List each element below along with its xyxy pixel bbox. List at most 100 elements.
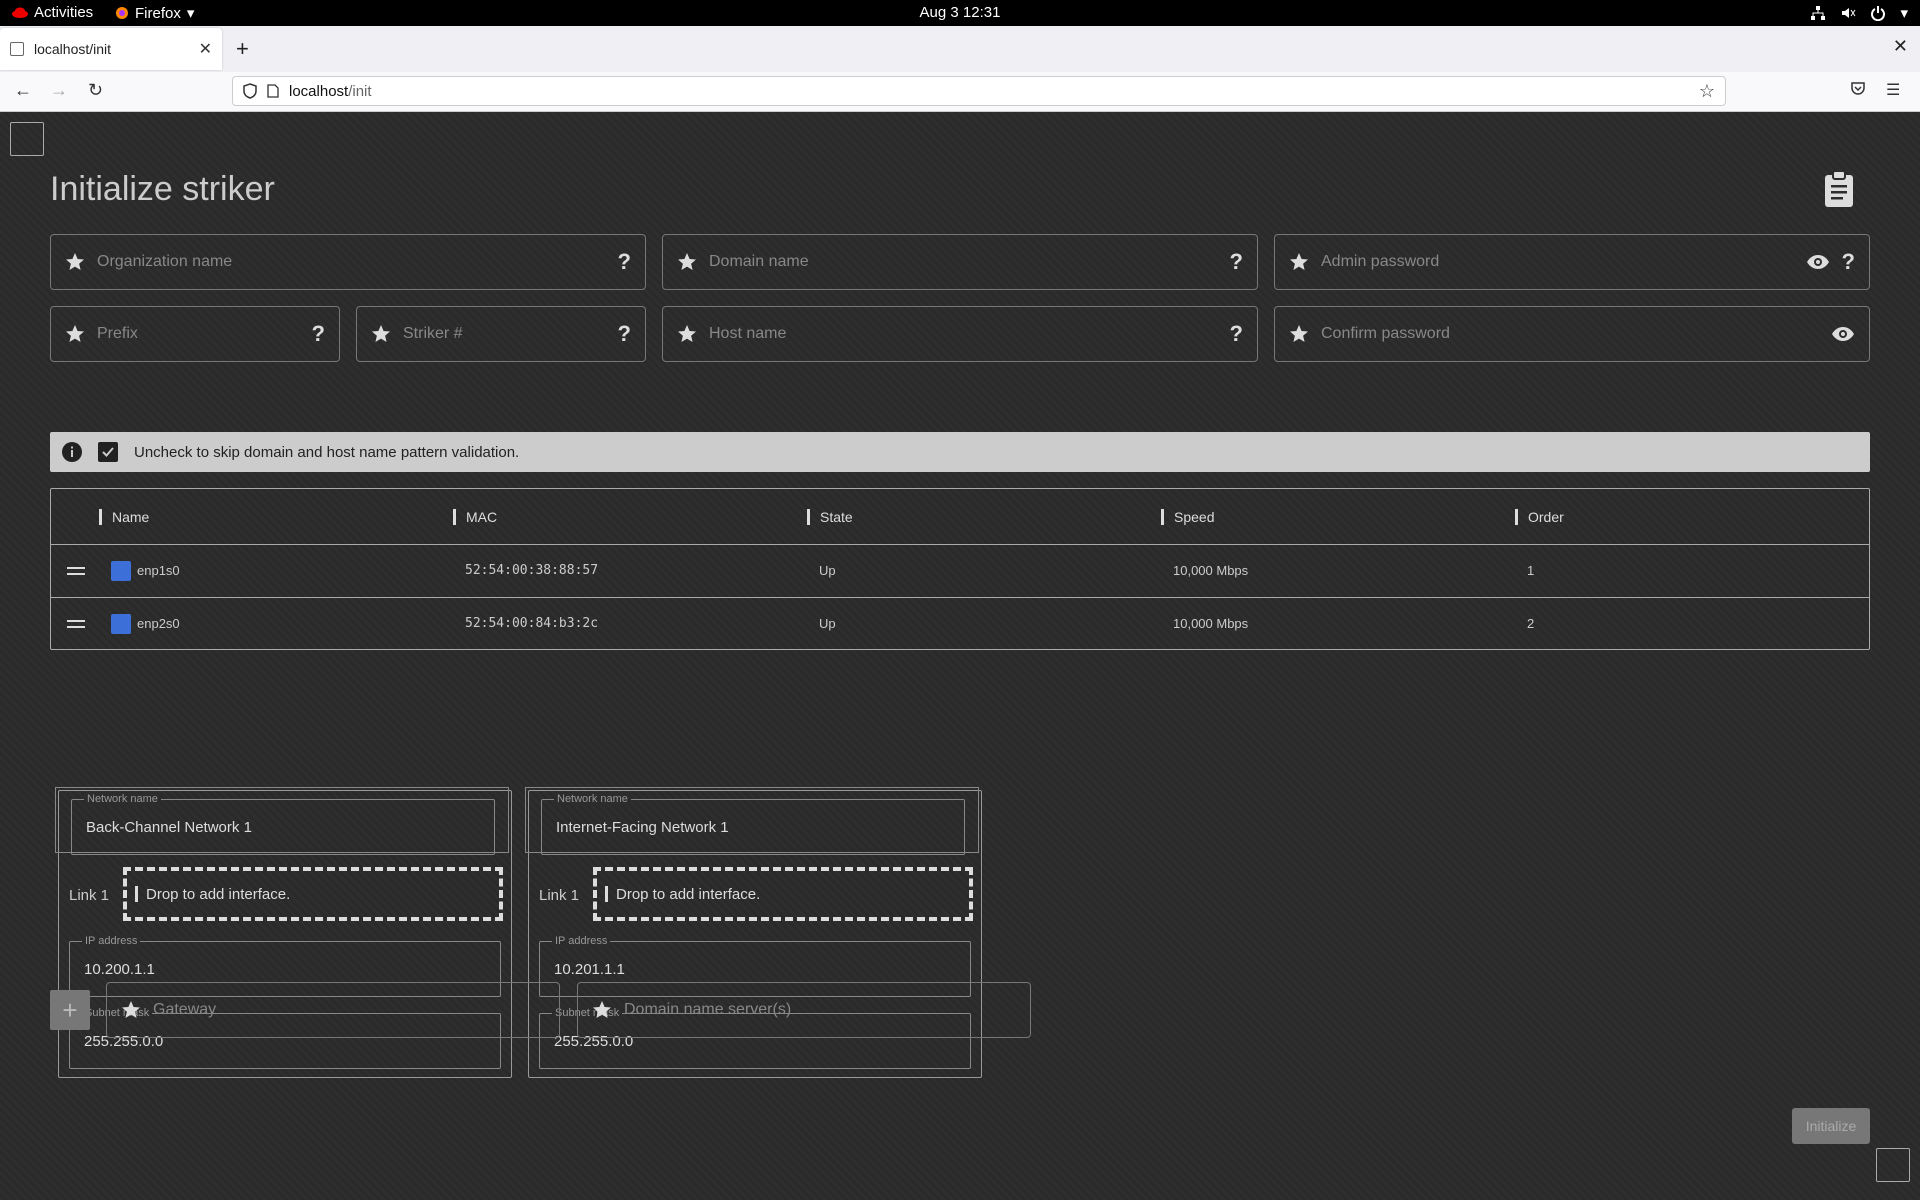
- star-icon: [122, 1001, 140, 1018]
- star-icon: [678, 325, 696, 342]
- column-header-state[interactable]: State: [807, 509, 853, 525]
- menu-icon[interactable]: ☰: [1886, 80, 1900, 100]
- url-bar[interactable]: localhost/init ☆: [232, 76, 1726, 106]
- interface-drop-zone[interactable]: Drop to add interface.: [123, 867, 503, 921]
- interface-name: enp2s0: [137, 616, 180, 631]
- column-header-speed[interactable]: Speed: [1161, 509, 1214, 525]
- forward-icon[interactable]: →: [50, 80, 68, 101]
- network-name-value: Back-Channel Network 1: [86, 819, 252, 836]
- network-icon: [1811, 6, 1826, 20]
- reload-icon[interactable]: ↻: [88, 80, 103, 101]
- interface-name: enp1s0: [137, 563, 180, 578]
- initialize-button[interactable]: Initialize: [1792, 1108, 1870, 1144]
- firefox-app-menu[interactable]: Firefox ▾: [115, 4, 194, 22]
- clock[interactable]: Aug 3 12:31: [0, 4, 1920, 21]
- chevron-down-icon: ▾: [1900, 5, 1908, 22]
- url-host: localhost: [289, 82, 349, 100]
- drag-handle-icon[interactable]: [67, 620, 85, 628]
- show-password-eye-icon[interactable]: [1831, 322, 1855, 346]
- network-name-value: Internet-Facing Network 1: [556, 819, 729, 836]
- firefox-menu-label: Firefox: [135, 4, 181, 22]
- browser-nav-bar: ← → ↻ localhost/init ☆ ☰: [0, 72, 1920, 112]
- host-name-field[interactable]: Host name ?: [662, 306, 1258, 362]
- back-icon[interactable]: ←: [14, 80, 32, 101]
- help-icon[interactable]: ?: [618, 249, 631, 275]
- page-favicon-icon: [10, 42, 24, 56]
- ip-address-value: 10.200.1.1: [84, 961, 155, 978]
- drop-zone-text: Drop to add interface.: [146, 885, 291, 903]
- interface-icon[interactable]: [111, 614, 131, 634]
- network-name-field[interactable]: Network name Internet-Facing Network 1: [541, 792, 965, 855]
- table-row[interactable]: enp2s0 52:54:00:84:b3:2c Up 10,000 Mbps …: [51, 597, 1869, 649]
- show-password-eye-icon[interactable]: [1806, 250, 1830, 274]
- interface-order: 1: [1527, 563, 1535, 578]
- table-header: Name MAC State Speed Order: [51, 489, 1869, 545]
- interface-drop-zone[interactable]: Drop to add interface.: [593, 867, 973, 921]
- star-icon: [66, 253, 84, 270]
- confirm-password-placeholder: Confirm password: [1321, 325, 1450, 342]
- chevron-down-icon: ▾: [186, 5, 195, 22]
- clipboard-icon[interactable]: [1823, 170, 1855, 208]
- striker-number-field[interactable]: Striker # ?: [356, 306, 646, 362]
- star-icon: [678, 253, 696, 270]
- table-row[interactable]: enp1s0 52:54:00:38:88:57 Up 10,000 Mbps …: [51, 545, 1869, 597]
- system-tray[interactable]: ▾: [1810, 4, 1908, 22]
- interface-state: Up: [819, 563, 836, 578]
- corner-box-top-left[interactable]: [10, 122, 44, 156]
- host-name-placeholder: Host name: [709, 325, 787, 342]
- help-icon[interactable]: ?: [312, 321, 325, 347]
- ip-address-label: IP address: [552, 934, 611, 948]
- organization-name-field[interactable]: Organization name ?: [50, 234, 646, 290]
- url-path: /init: [348, 82, 372, 100]
- domain-name-placeholder: Domain name: [709, 253, 809, 270]
- organization-name-placeholder: Organization name: [97, 253, 233, 270]
- system-top-bar: Activities Firefox ▾ Aug 3 12:31 ▾: [0, 0, 1920, 26]
- prefix-placeholder: Prefix: [97, 325, 138, 342]
- activities-button[interactable]: Activities: [12, 4, 93, 21]
- page-content: Initialize striker Organization name ? D…: [0, 112, 1920, 1200]
- striker-number-placeholder: Striker #: [403, 325, 463, 342]
- interface-speed: 10,000 Mbps: [1173, 563, 1249, 578]
- admin-password-field[interactable]: Admin password ?: [1274, 234, 1870, 290]
- dns-field[interactable]: Domain name server(s): [577, 982, 1031, 1038]
- pattern-validation-checkbox[interactable]: [98, 442, 118, 462]
- page-title: Initialize striker: [50, 170, 275, 208]
- volume-muted-icon: [1842, 8, 1856, 18]
- browser-tab[interactable]: localhost/init ✕: [0, 28, 222, 70]
- browser-tab-bar: localhost/init ✕ + ✕: [0, 26, 1920, 72]
- interface-order: 2: [1527, 616, 1535, 631]
- close-window-icon[interactable]: ✕: [1893, 36, 1908, 57]
- help-icon[interactable]: ?: [1230, 249, 1243, 275]
- prefix-field[interactable]: Prefix ?: [50, 306, 340, 362]
- info-icon: [62, 442, 82, 462]
- pocket-icon[interactable]: [1850, 80, 1866, 101]
- interface-speed: 10,000 Mbps: [1173, 616, 1249, 631]
- interface-icon[interactable]: [111, 561, 131, 581]
- admin-password-placeholder: Admin password: [1321, 253, 1440, 270]
- redhat-icon: [12, 7, 28, 18]
- column-header-name[interactable]: Name: [99, 509, 149, 525]
- drop-zone-text: Drop to add interface.: [616, 885, 761, 903]
- drag-handle-icon[interactable]: [67, 567, 85, 575]
- interface-mac: 52:54:00:38:88:57: [465, 563, 599, 578]
- interface-state: Up: [819, 616, 836, 631]
- column-header-mac[interactable]: MAC: [453, 509, 497, 525]
- dns-placeholder: Domain name server(s): [624, 1001, 792, 1018]
- confirm-password-field[interactable]: Confirm password: [1274, 306, 1870, 362]
- add-network-button[interactable]: +: [50, 990, 90, 1030]
- help-icon[interactable]: ?: [1230, 321, 1243, 347]
- column-header-order[interactable]: Order: [1515, 509, 1564, 525]
- new-tab-icon[interactable]: +: [236, 36, 249, 62]
- star-icon: [372, 325, 390, 342]
- page-icon: [267, 84, 279, 98]
- gateway-field[interactable]: Gateway: [106, 982, 560, 1038]
- bookmark-star-icon[interactable]: ☆: [1699, 81, 1715, 102]
- help-icon[interactable]: ?: [618, 321, 631, 347]
- domain-name-field[interactable]: Domain name ?: [662, 234, 1258, 290]
- close-tab-icon[interactable]: ✕: [199, 39, 212, 59]
- corner-box-bottom-right[interactable]: [1876, 1148, 1910, 1182]
- activities-label: Activities: [34, 4, 94, 21]
- help-icon[interactable]: ?: [1842, 249, 1855, 275]
- network-name-field[interactable]: Network name Back-Channel Network 1: [71, 792, 495, 855]
- firefox-icon: [116, 7, 128, 19]
